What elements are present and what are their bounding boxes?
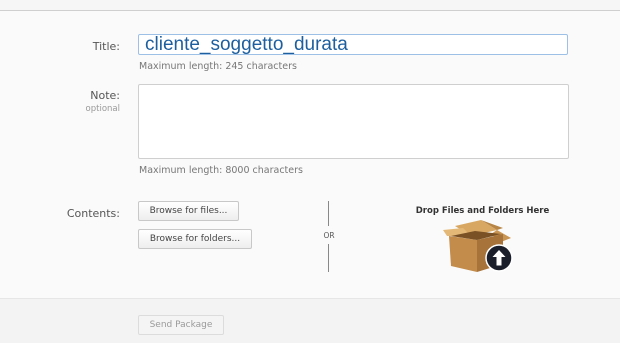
title-hint: Maximum length: 245 characters xyxy=(139,61,297,72)
contents-label: Contents: xyxy=(66,207,120,220)
browse-folders-button[interactable]: Browse for folders... xyxy=(138,229,252,249)
send-package-button[interactable]: Send Package xyxy=(138,315,224,335)
note-optional-label: optional xyxy=(85,104,120,114)
drop-zone-title: Drop Files and Folders Here xyxy=(415,206,550,216)
note-label: Note: xyxy=(90,89,120,102)
browse-files-button[interactable]: Browse for files... xyxy=(138,201,239,221)
note-hint: Maximum length: 8000 characters xyxy=(139,165,303,176)
or-label: OR xyxy=(323,231,335,240)
or-divider-top xyxy=(328,201,329,226)
cardboard-box-upload-icon xyxy=(443,220,513,272)
form-footer xyxy=(0,298,620,343)
or-divider-bottom xyxy=(328,244,329,272)
title-label: Title: xyxy=(92,40,120,53)
title-input[interactable] xyxy=(138,34,568,55)
note-textarea[interactable] xyxy=(138,84,569,159)
